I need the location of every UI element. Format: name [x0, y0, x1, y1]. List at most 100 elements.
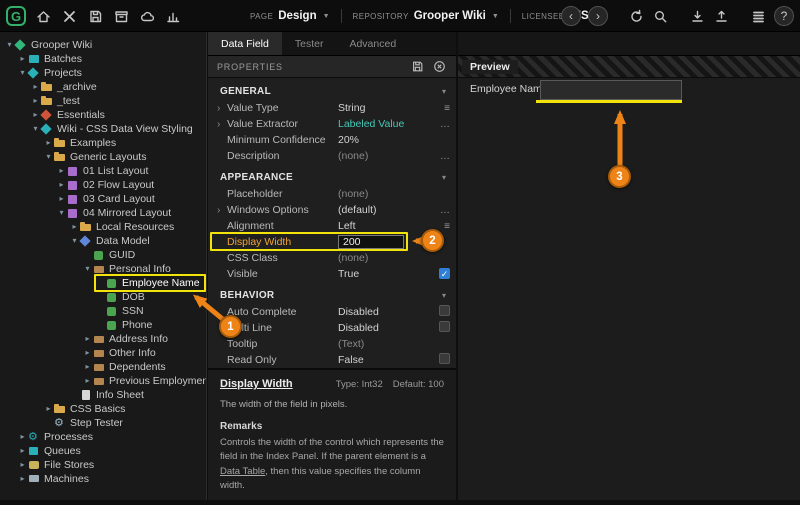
tree-item[interactable]: ▸Machines: [0, 472, 206, 486]
expand-icon[interactable]: ▸: [56, 178, 67, 192]
tree-item[interactable]: ▸Processes: [0, 430, 206, 444]
tree-item[interactable]: Info Sheet: [0, 388, 206, 402]
property-value-cell[interactable]: Disabled: [338, 322, 432, 334]
collapse-icon[interactable]: ▾: [82, 262, 93, 276]
section-header[interactable]: APPEARANCE▾: [208, 168, 456, 186]
tree-item[interactable]: ▸Essentials: [0, 108, 206, 122]
close-properties-icon[interactable]: [432, 59, 447, 74]
tree-item[interactable]: ▸_test: [0, 94, 206, 108]
expand-icon[interactable]: ▸: [17, 52, 28, 66]
property-row[interactable]: Display Width200: [208, 234, 456, 250]
menu-icon[interactable]: ≡: [444, 221, 450, 232]
search-icon[interactable]: [652, 8, 669, 25]
tree-item[interactable]: Step Tester: [0, 416, 206, 430]
expand-icon[interactable]: ▸: [82, 346, 93, 360]
save-properties-icon[interactable]: [410, 59, 425, 74]
property-value-cell[interactable]: False: [338, 354, 432, 366]
tree-item[interactable]: ▸Dependents: [0, 360, 206, 374]
tree-item[interactable]: ▸Queues: [0, 444, 206, 458]
property-row[interactable]: ›Value TypeString≡: [208, 100, 456, 116]
tree-item[interactable]: ▸_archive: [0, 80, 206, 94]
tree-item[interactable]: Employee Name: [0, 276, 206, 290]
tree-item[interactable]: ▸Previous Employment: [0, 374, 206, 388]
expand-icon[interactable]: ▸: [69, 220, 80, 234]
tree-item[interactable]: ▸File Stores: [0, 458, 206, 472]
tree-item[interactable]: ▸Other Info: [0, 346, 206, 360]
property-value-cell[interactable]: (default): [338, 204, 432, 216]
tree-item[interactable]: SSN: [0, 304, 206, 318]
ellipsis-button[interactable]: …: [440, 119, 450, 130]
download-icon[interactable]: [689, 8, 706, 25]
expand-icon[interactable]: ▸: [17, 430, 28, 444]
tree-item[interactable]: Phone: [0, 318, 206, 332]
expand-icon[interactable]: ▸: [30, 80, 41, 94]
tools-icon[interactable]: [61, 8, 78, 25]
help-icon[interactable]: ?: [774, 6, 794, 26]
page-value[interactable]: Design: [278, 10, 316, 22]
tab-advanced[interactable]: Advanced: [336, 32, 409, 55]
property-row[interactable]: Multi LineDisabled: [208, 320, 456, 336]
tree-item[interactable]: ▸02 Flow Layout: [0, 178, 206, 192]
property-value-cell[interactable]: 20%: [338, 134, 432, 146]
checkbox-unchecked-icon[interactable]: [439, 321, 450, 332]
save-icon[interactable]: [87, 8, 104, 25]
tree-item[interactable]: ▾Data Model: [0, 234, 206, 248]
repository-value[interactable]: Grooper Wiki: [414, 10, 486, 22]
checkbox-unchecked-icon[interactable]: [439, 353, 450, 364]
property-row[interactable]: Read OnlyFalse: [208, 352, 456, 368]
tree-item[interactable]: ▸03 Card Layout: [0, 192, 206, 206]
checkbox-checked-icon[interactable]: ✓: [439, 268, 450, 279]
tree-item[interactable]: ▸Address Info: [0, 332, 206, 346]
property-row[interactable]: ›Value ExtractorLabeled Value…: [208, 116, 456, 132]
refresh-icon[interactable]: [628, 8, 645, 25]
property-value-cell[interactable]: True: [338, 268, 432, 280]
expand-icon[interactable]: ▸: [43, 136, 54, 150]
checkbox-unchecked-icon[interactable]: [439, 305, 450, 316]
expand-icon[interactable]: ▸: [17, 444, 28, 458]
tree-item[interactable]: ▸CSS Basics: [0, 402, 206, 416]
property-row[interactable]: AlignmentLeft≡: [208, 218, 456, 234]
property-row[interactable]: Description(none)…: [208, 148, 456, 164]
upload-icon[interactable]: [713, 8, 730, 25]
property-row[interactable]: CSS Class(none): [208, 250, 456, 266]
tree-item[interactable]: ▾Generic Layouts: [0, 150, 206, 164]
expand-icon[interactable]: ▸: [56, 164, 67, 178]
section-header[interactable]: BEHAVIOR▾: [208, 286, 456, 304]
tree-item[interactable]: GUID: [0, 248, 206, 262]
grooper-logo[interactable]: G: [6, 6, 26, 26]
property-row[interactable]: VisibleTrue✓: [208, 266, 456, 282]
cloud-upload-icon[interactable]: [139, 8, 156, 25]
layers-icon[interactable]: [750, 8, 767, 25]
expand-icon[interactable]: ▸: [82, 374, 93, 388]
property-value-cell[interactable]: Disabled: [338, 306, 432, 318]
property-value-cell[interactable]: Labeled Value: [338, 118, 432, 130]
ellipsis-button[interactable]: …: [440, 205, 450, 216]
tree-item[interactable]: ▾Projects: [0, 66, 206, 80]
expand-icon[interactable]: ▸: [17, 458, 28, 472]
expand-icon[interactable]: ▸: [56, 192, 67, 206]
archive-box-icon[interactable]: [113, 8, 130, 25]
data-table-link[interactable]: Data Table: [220, 466, 265, 477]
ellipsis-button[interactable]: …: [440, 151, 450, 162]
property-value-cell[interactable]: 200: [338, 235, 432, 249]
expand-icon[interactable]: ▸: [82, 332, 93, 346]
tree-item[interactable]: ▾04 Mirrored Layout: [0, 206, 206, 220]
tree-item[interactable]: ▸Local Resources: [0, 220, 206, 234]
property-row[interactable]: ›Windows Options(default)…: [208, 202, 456, 218]
property-value-cell[interactable]: (none): [338, 188, 432, 200]
tree-item[interactable]: ▸Examples: [0, 136, 206, 150]
property-value-cell[interactable]: (none): [338, 150, 432, 162]
expand-icon[interactable]: ▸: [30, 94, 41, 108]
expand-icon[interactable]: ▸: [82, 360, 93, 374]
menu-icon[interactable]: ≡: [444, 103, 450, 114]
chevron-down-icon[interactable]: ▼: [492, 13, 499, 20]
tree-item[interactable]: ▸Batches: [0, 52, 206, 66]
property-expand-icon[interactable]: ›: [217, 205, 227, 216]
collapse-icon[interactable]: ▾: [43, 150, 54, 164]
forward-button[interactable]: ›: [588, 6, 608, 26]
home-icon[interactable]: [35, 8, 52, 25]
property-expand-icon[interactable]: ›: [217, 103, 227, 114]
expand-icon[interactable]: ▸: [17, 472, 28, 486]
tree-item[interactable]: ▾Personal Info: [0, 262, 206, 276]
property-row[interactable]: Tooltip(Text): [208, 336, 456, 352]
